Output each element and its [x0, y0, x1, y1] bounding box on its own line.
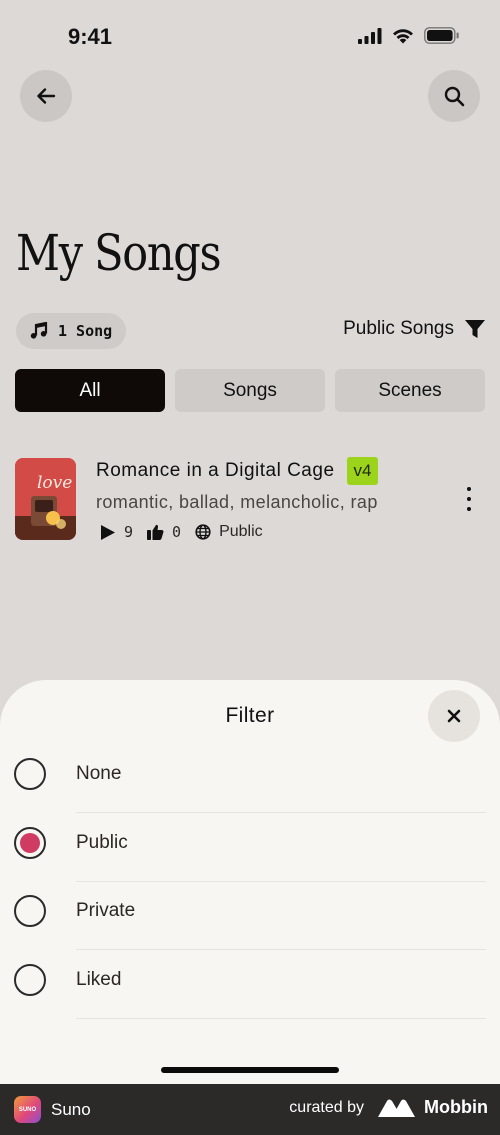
filter-option-none[interactable]: None: [0, 744, 500, 813]
status-bar: 9:41: [0, 0, 500, 74]
cover-illustration: love: [15, 458, 76, 540]
filter-option-label: Public: [76, 832, 128, 853]
back-button[interactable]: [20, 70, 72, 122]
music-note-icon: [30, 322, 48, 339]
footer-app: SUNO Suno: [14, 1096, 91, 1123]
play-icon: [101, 524, 115, 540]
filter-funnel-icon: [465, 320, 485, 338]
close-icon: [447, 709, 461, 723]
tab-songs[interactable]: Songs: [175, 369, 325, 412]
battery-icon: [424, 27, 459, 44]
cellular-signal-icon: [358, 27, 382, 44]
filter-option-private[interactable]: Private: [0, 881, 500, 950]
version-badge: v4: [346, 457, 379, 485]
visibility-label: Public: [219, 523, 263, 540]
filter-sheet-title: Filter: [225, 704, 275, 727]
home-indicator: [161, 1067, 339, 1073]
thumbs-up-icon: [147, 524, 164, 540]
mobbin-brand: Mobbin: [378, 1097, 488, 1118]
wifi-icon: [393, 28, 413, 43]
filter-bottom-sheet: Filter None Public Private Liked: [0, 680, 500, 1084]
search-button[interactable]: [428, 70, 480, 122]
close-sheet-button[interactable]: [428, 690, 480, 742]
filter-link-label: Public Songs: [343, 318, 454, 339]
filter-option-label: Private: [76, 900, 136, 921]
mobbin-logo-icon: [378, 1099, 416, 1117]
song-stats: 9 0 Public: [100, 523, 263, 541]
radio-private[interactable]: [14, 895, 46, 927]
globe-icon: [195, 524, 211, 540]
filter-option-label: Liked: [76, 969, 122, 990]
arrow-left-icon: [37, 88, 56, 104]
suno-app-icon: SUNO: [14, 1096, 41, 1123]
filter-option-liked[interactable]: Liked: [0, 950, 500, 1019]
mobbin-brand-name: Mobbin: [424, 1097, 488, 1117]
more-dot-icon: [467, 497, 471, 501]
more-dot-icon: [467, 507, 471, 511]
public-songs-filter-button[interactable]: Public Songs: [343, 318, 486, 340]
more-options-button[interactable]: [461, 487, 477, 511]
song-title: Romance in a Digital Cage: [96, 460, 335, 481]
page-title: My Songs: [16, 224, 222, 282]
curated-by: curated by Mobbin: [289, 1097, 488, 1118]
radio-liked[interactable]: [14, 964, 46, 996]
curated-by-label: curated by: [289, 1098, 365, 1116]
app-name: Suno: [51, 1099, 91, 1119]
song-count-pill: 1 Song: [16, 313, 127, 349]
filter-option-public[interactable]: Public: [0, 813, 500, 882]
attribution-footer: SUNO Suno curated by Mobbin: [0, 1084, 500, 1135]
like-count: 0: [172, 523, 182, 541]
song-title-row: Romance in a Digital Cage v4: [96, 457, 379, 485]
app-icon-text: SUNO: [18, 1106, 37, 1113]
tab-all[interactable]: All: [15, 369, 165, 412]
radio-public[interactable]: [14, 827, 46, 859]
song-count-label: 1 Song: [58, 322, 113, 340]
more-dot-icon: [467, 487, 471, 491]
radio-selected-dot: [20, 833, 40, 853]
filter-option-label: None: [76, 763, 122, 784]
svg-text:love: love: [37, 473, 72, 493]
song-cover-art: love: [15, 458, 76, 540]
song-row[interactable]: love Romance in a Digital Cage v4 romant…: [15, 457, 485, 547]
tab-bar: All Songs Scenes: [15, 369, 485, 412]
divider: [76, 1018, 486, 1019]
song-tags: romantic, ballad, melancholic, rap: [96, 492, 378, 512]
search-icon: [444, 86, 464, 106]
status-time: 9:41: [68, 24, 113, 49]
radio-none[interactable]: [14, 758, 46, 790]
tab-scenes[interactable]: Scenes: [335, 369, 485, 412]
play-count: 9: [124, 523, 134, 541]
status-icons: [358, 27, 460, 44]
